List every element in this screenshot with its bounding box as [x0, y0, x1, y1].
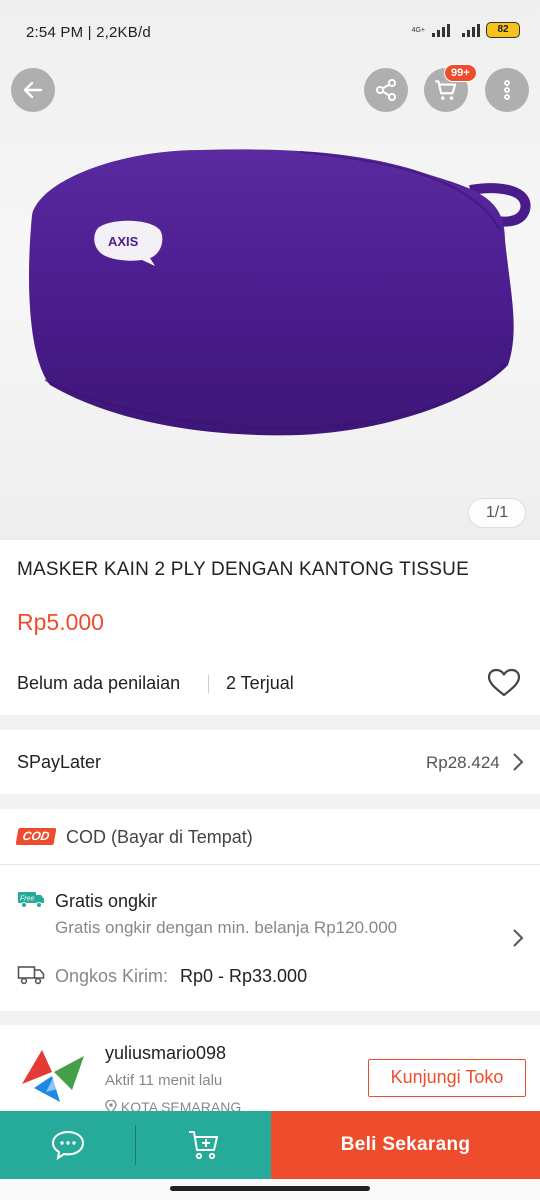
divider	[0, 864, 540, 865]
axis-logo: AXIS	[108, 234, 139, 249]
visit-shop-button[interactable]: Kunjungi Toko	[368, 1059, 526, 1097]
truck-icon	[17, 965, 45, 990]
signal-icon	[432, 23, 450, 37]
rating-text[interactable]: Belum ada penilaian	[17, 673, 180, 694]
cod-label: COD (Bayar di Tempat)	[66, 827, 253, 847]
cod-badge: COD	[15, 828, 57, 845]
add-to-cart-button[interactable]	[136, 1111, 271, 1179]
more-vertical-icon	[504, 80, 510, 100]
product-price: Rp5.000	[17, 609, 104, 635]
battery-icon: 82	[486, 22, 520, 38]
favorite-button[interactable]	[487, 668, 521, 703]
cart-count-badge: 99+	[444, 64, 477, 82]
chat-button[interactable]	[0, 1111, 135, 1179]
network-type: 4G+	[411, 26, 425, 34]
system-nav-bar	[0, 1179, 540, 1200]
shop-logo[interactable]	[20, 1042, 86, 1109]
product-title: MASKER KAIN 2 PLY DENGAN KANTONG TISSUE	[17, 559, 469, 580]
more-button[interactable]	[485, 68, 529, 112]
free-shipping-title: Gratis ongkir	[55, 891, 158, 911]
free-shipping-icon: Free	[17, 891, 45, 914]
arrow-left-icon	[23, 81, 43, 99]
chevron-right-icon[interactable]	[511, 928, 525, 948]
paylater-value: Rp28.424	[426, 753, 500, 772]
shipping-cost-value: Rp0 - Rp33.000	[180, 966, 308, 986]
shipping-cost-label: Ongkos Kirim:	[55, 966, 169, 986]
status-time: 2:54 PM | 2,2KB/d	[26, 24, 151, 41]
back-button[interactable]	[11, 68, 55, 112]
divider	[208, 675, 209, 693]
status-bar: 2:54 PM | 2,2KB/d 4G+ 82	[0, 0, 540, 62]
heart-icon	[487, 668, 521, 697]
image-counter: 1/1	[468, 498, 526, 528]
paylater-label: SPayLater	[17, 752, 102, 772]
share-icon	[376, 79, 396, 101]
divider	[135, 1111, 136, 1179]
shop-name[interactable]: yuliusmario098	[105, 1043, 226, 1064]
svg-text:Free: Free	[20, 896, 35, 903]
shop-active-status: Aktif 11 menit lalu	[105, 1072, 223, 1089]
buy-now-button[interactable]: Beli Sekarang	[271, 1111, 540, 1179]
bottom-action-bar: Beli Sekarang	[0, 1111, 540, 1179]
add-to-cart-icon	[188, 1131, 218, 1160]
chat-icon	[51, 1130, 84, 1161]
status-icons: 4G+ 82	[412, 22, 520, 38]
home-indicator[interactable]	[170, 1186, 370, 1191]
free-shipping-subtitle: Gratis ongkir dengan min. belanja Rp120.…	[55, 918, 398, 937]
share-button[interactable]	[364, 68, 408, 112]
signal-icon-2	[462, 23, 480, 37]
product-image[interactable]: AXIS 2:54 PM | 2,2KB/d 4G+ 82 99+ 1/1	[0, 0, 540, 540]
sold-count: 2 Terjual	[226, 673, 294, 693]
cart-button[interactable]: 99+	[424, 64, 477, 112]
chevron-right-icon	[513, 753, 524, 771]
